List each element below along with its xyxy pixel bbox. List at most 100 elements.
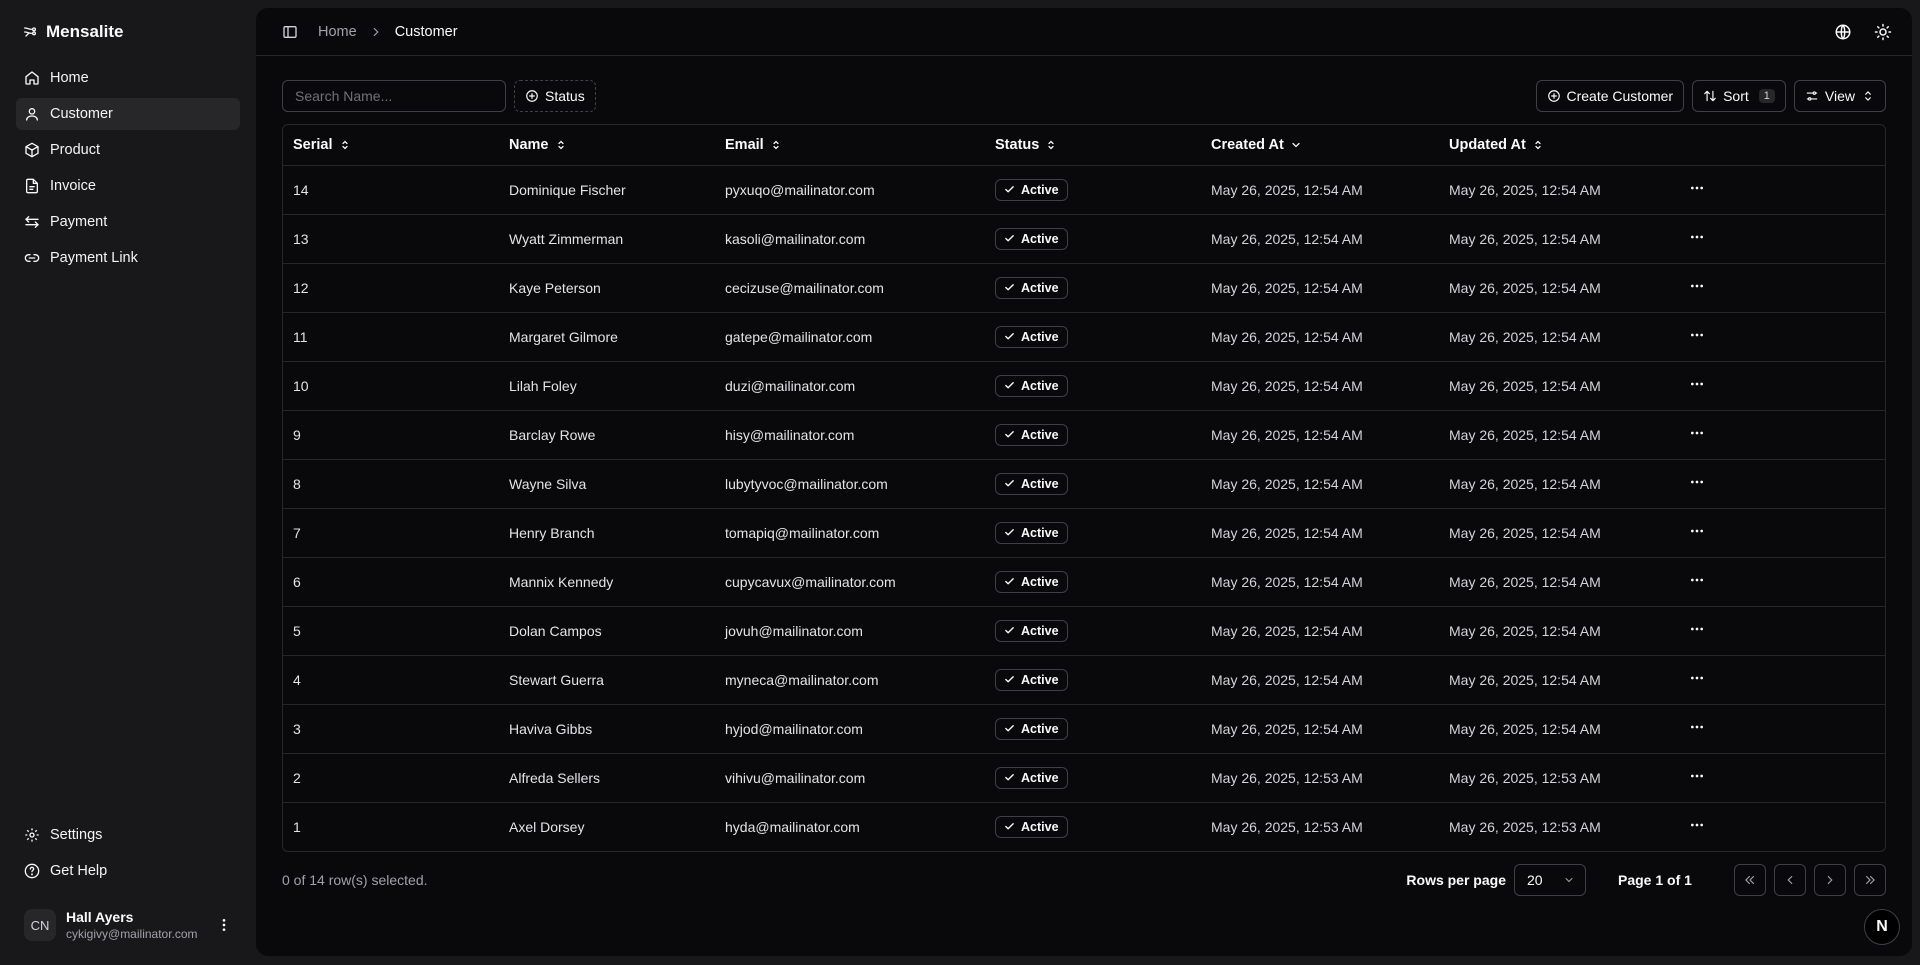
chevron-left-icon [1783, 873, 1797, 887]
chevrons-up-down-icon [1045, 139, 1057, 151]
table-row[interactable]: 10 Lilah Foley duzi@mailinator.com Active Ma… [283, 361, 1885, 411]
table-row[interactable]: 2 Alfreda Sellers vihivu@mailinator.com Act… [283, 753, 1885, 803]
header-email[interactable]: Email [715, 125, 985, 166]
plus-circle-icon [525, 89, 539, 103]
created-at-cell: May 26, 2025, 12:54 AM [1201, 410, 1439, 460]
last-page-button[interactable] [1854, 864, 1886, 896]
sidebar-item-settings[interactable]: Settings [16, 819, 240, 851]
name-cell: Dominique Fischer [499, 165, 715, 215]
table-row[interactable]: 12 Kaye Peterson cecizuse@mailinator.com Ac… [283, 263, 1885, 313]
create-customer-button[interactable]: Create Customer [1535, 80, 1685, 112]
more-horizontal-icon[interactable] [1689, 670, 1705, 686]
user-name: Hall Ayers [66, 909, 134, 925]
more-horizontal-icon[interactable] [1689, 474, 1705, 490]
table-row[interactable]: 4 Stewart Guerra myneca@mailinator.com Acti… [283, 655, 1885, 705]
status-badge: Active [995, 717, 1068, 740]
sidebar-toggle-icon[interactable] [282, 24, 298, 40]
table-row[interactable]: 9 Barclay Rowe hisy@mailinator.com Active Ma… [283, 410, 1885, 460]
status-cell: Active [985, 312, 1201, 362]
status-label: Active [1021, 525, 1059, 540]
search-input[interactable] [282, 80, 506, 112]
sidebar-item-invoice[interactable]: Invoice [16, 170, 240, 202]
sidebar-item-home[interactable]: Home [16, 62, 240, 94]
header-status[interactable]: Status [985, 125, 1201, 166]
breadcrumb-home[interactable]: Home [318, 24, 357, 40]
more-horizontal-icon[interactable] [1689, 817, 1705, 833]
serial-cell: 1 [293, 818, 301, 835]
header-created-at[interactable]: Created At [1201, 125, 1439, 166]
sidebar-item-label: Home [50, 70, 89, 86]
sidebar-item-customer[interactable]: Customer [16, 98, 240, 130]
sidebar-item-get-help[interactable]: Get Help [16, 855, 240, 887]
created-at-cell: May 26, 2025, 12:54 AM [1201, 459, 1439, 509]
status-badge: Active [995, 276, 1068, 299]
updated-at-cell: May 26, 2025, 12:54 AM [1439, 361, 1679, 411]
view-button[interactable]: View [1793, 80, 1886, 112]
updated-at-cell: May 26, 2025, 12:54 AM [1439, 214, 1679, 264]
more-horizontal-icon[interactable] [1689, 768, 1705, 784]
more-horizontal-icon[interactable] [1689, 523, 1705, 539]
more-horizontal-icon[interactable] [1689, 229, 1705, 245]
table-row[interactable]: 14 Dominique Fischer pyxuqo@mailinator.com… [283, 165, 1885, 215]
table-row[interactable]: 7 Henry Branch tomapiq@mailinator.com Activ… [283, 508, 1885, 558]
more-horizontal-icon[interactable] [1689, 719, 1705, 735]
header-serial[interactable]: Serial [283, 125, 499, 166]
sun-icon[interactable] [1874, 23, 1892, 41]
status-filter-button[interactable]: Status [514, 80, 596, 112]
sort-button[interactable]: Sort 1 [1692, 80, 1786, 112]
updated-at-cell: May 26, 2025, 12:54 AM [1439, 606, 1679, 656]
check-icon [1004, 625, 1015, 636]
sidebar-item-product[interactable]: Product [16, 134, 240, 166]
dev-tools-badge[interactable]: N [1864, 909, 1900, 945]
actions-cell [1679, 704, 1885, 754]
more-horizontal-icon[interactable] [1689, 621, 1705, 637]
updated-at-cell: May 26, 2025, 12:54 AM [1439, 655, 1679, 705]
table-row[interactable]: 6 Mannix Kennedy cupycavux@mailinator.com A… [283, 557, 1885, 607]
table-row[interactable]: 13 Wyatt Zimmerman kasoli@mailinator.com Ac… [283, 214, 1885, 264]
previous-page-button[interactable] [1774, 864, 1806, 896]
table-row[interactable]: 1 Axel Dorsey hyda@mailinator.com Active May… [283, 802, 1885, 851]
next-page-button[interactable] [1814, 864, 1846, 896]
topbar: Home Customer [256, 8, 1912, 56]
more-horizontal-icon[interactable] [1689, 327, 1705, 343]
globe-icon[interactable] [1834, 23, 1852, 41]
more-horizontal-icon[interactable] [1689, 572, 1705, 588]
help-circle-icon [24, 863, 40, 879]
more-horizontal-icon[interactable] [1689, 425, 1705, 441]
header-updated-at[interactable]: Updated At [1439, 125, 1679, 166]
header-name[interactable]: Name [499, 125, 715, 166]
status-label: Active [1021, 378, 1059, 393]
actions-cell [1679, 459, 1885, 509]
brand[interactable]: Mensalite [16, 8, 240, 56]
sidebar-item-payment[interactable]: Payment [16, 206, 240, 238]
page-info: Page 1 of 1 [1618, 872, 1692, 888]
sidebar-item-label: Invoice [50, 178, 96, 194]
more-horizontal-icon[interactable] [1689, 180, 1705, 196]
first-page-button[interactable] [1734, 864, 1766, 896]
more-horizontal-icon[interactable] [1689, 278, 1705, 294]
home-icon [24, 70, 40, 86]
more-horizontal-icon[interactable] [1689, 376, 1705, 392]
avatar: CN [24, 909, 56, 941]
table-row[interactable]: 11 Margaret Gilmore gatepe@mailinator.com A… [283, 312, 1885, 362]
user-menu[interactable]: CN Hall Ayers cykigivy@mailinator.com [16, 901, 240, 949]
actions-cell [1679, 361, 1885, 411]
check-icon [1004, 527, 1015, 538]
gear-icon [24, 827, 40, 843]
rows-per-page-select[interactable]: 20 [1514, 864, 1586, 896]
sidebar-nav: Home Customer Product Invoice Payment Pa… [16, 62, 240, 274]
header-label: Name [509, 136, 549, 153]
chevron-right-icon [369, 25, 383, 39]
chevrons-up-down-icon [555, 139, 567, 151]
chevrons-right-icon [1863, 873, 1877, 887]
email-cell: tomapiq@mailinator.com [715, 508, 985, 558]
table-row[interactable]: 5 Dolan Campos jovuh@mailinator.com Active M… [283, 606, 1885, 656]
table-row[interactable]: 8 Wayne Silva lubytyvoc@mailinator.com Acti… [283, 459, 1885, 509]
sidebar-item-payment-link[interactable]: Payment Link [16, 242, 240, 274]
table-row[interactable]: 3 Haviva Gibbs hyjod@mailinator.com Active M… [283, 704, 1885, 754]
main-panel: Home Customer Search Name... Status Crea… [256, 8, 1912, 956]
created-at-cell: May 26, 2025, 12:54 AM [1201, 263, 1439, 313]
create-customer-label: Create Customer [1566, 88, 1674, 104]
more-vertical-icon[interactable] [216, 917, 232, 933]
